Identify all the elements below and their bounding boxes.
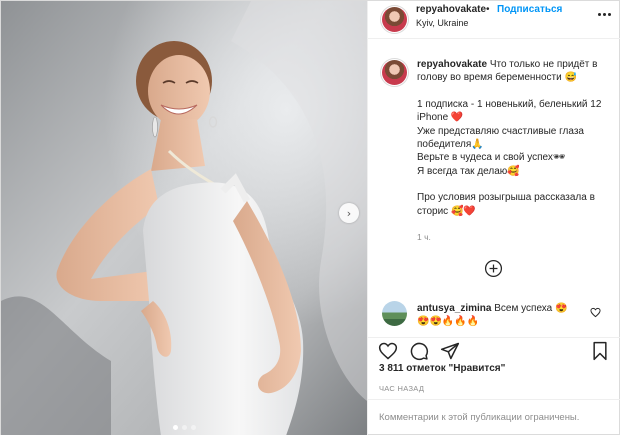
post-media[interactable]: › [1, 1, 367, 435]
comments-restricted-notice: Комментарии к этой публикации ограничены… [379, 412, 580, 423]
author-avatar[interactable] [382, 7, 407, 32]
post-sidebar: repyahovakate • Подписаться Kyiv, Ukrain… [367, 1, 620, 435]
likes-number[interactable]: 3 811 отметок [379, 363, 446, 374]
carousel-dot [190, 425, 196, 430]
heart-outline-icon[interactable] [590, 307, 601, 318]
post-header: repyahovakate • Подписаться Kyiv, Ukrain… [368, 1, 620, 39]
post-timestamp[interactable]: ЧАС НАЗАД [379, 384, 424, 393]
caption-line: Уже представляю счастливые глаза победит… [417, 125, 584, 151]
bookmark-icon[interactable] [590, 341, 610, 361]
caption-timestamp[interactable]: 1 ч. [417, 232, 431, 242]
chevron-right-icon: › [346, 206, 352, 220]
plus-circle-icon[interactable] [484, 259, 503, 278]
author-username[interactable]: repyahovakate [416, 4, 486, 15]
likes-count: 3 811 отметок "Нравится" [379, 363, 505, 374]
caption-username[interactable]: repyahovakate [417, 59, 487, 70]
comment-item: antusya_zimina Всем успеха 😍 😍😍🔥🔥🔥 [368, 297, 620, 337]
comment-text: antusya_zimina Всем успеха 😍 😍😍🔥🔥🔥 [417, 302, 587, 328]
caption-line: 1 подписка - 1 новенький, беленький 12 i… [417, 98, 602, 124]
caption-line: Про условия розыгрыша рассказала в стори… [417, 192, 595, 217]
header-separator: • [486, 4, 490, 15]
carousel-dot [181, 425, 187, 430]
commenter-avatar[interactable] [382, 301, 407, 326]
carousel-dot [172, 425, 178, 430]
comment-bubble-icon[interactable] [409, 341, 429, 361]
carousel-indicators [1, 425, 367, 430]
caption-author-avatar[interactable] [382, 60, 407, 85]
post-caption: repyahovakate Что только не придёт в гол… [368, 39, 620, 289]
commenter-username[interactable]: antusya_zimina [417, 303, 491, 314]
caption-line: Я всегда так делаю🥰 [417, 165, 520, 177]
share-paper-plane-icon[interactable] [440, 341, 460, 361]
likes-label[interactable]: "Нравится" [449, 363, 506, 374]
comment-emojis: 😍😍🔥🔥🔥 [417, 316, 480, 327]
post-photo [1, 1, 367, 435]
comment-input-area: Комментарии к этой публикации ограничены… [368, 399, 620, 435]
next-slide-button[interactable]: › [339, 203, 359, 223]
caption-line: Верьте в чудеса и свой успех🕶 [417, 152, 566, 164]
instagram-post: › repyahovakate • Подписаться Kyiv, Ukra… [0, 0, 620, 435]
caption-text: repyahovakate Что только не придёт в гол… [417, 58, 613, 218]
post-actions [368, 337, 620, 363]
location-link[interactable]: Kyiv, Ukraine [416, 18, 468, 28]
more-horizontal-icon[interactable] [596, 7, 612, 21]
follow-button[interactable]: Подписаться [497, 4, 562, 15]
heart-outline-icon[interactable] [378, 341, 398, 361]
comment-body: Всем успеха 😍 [494, 303, 568, 314]
